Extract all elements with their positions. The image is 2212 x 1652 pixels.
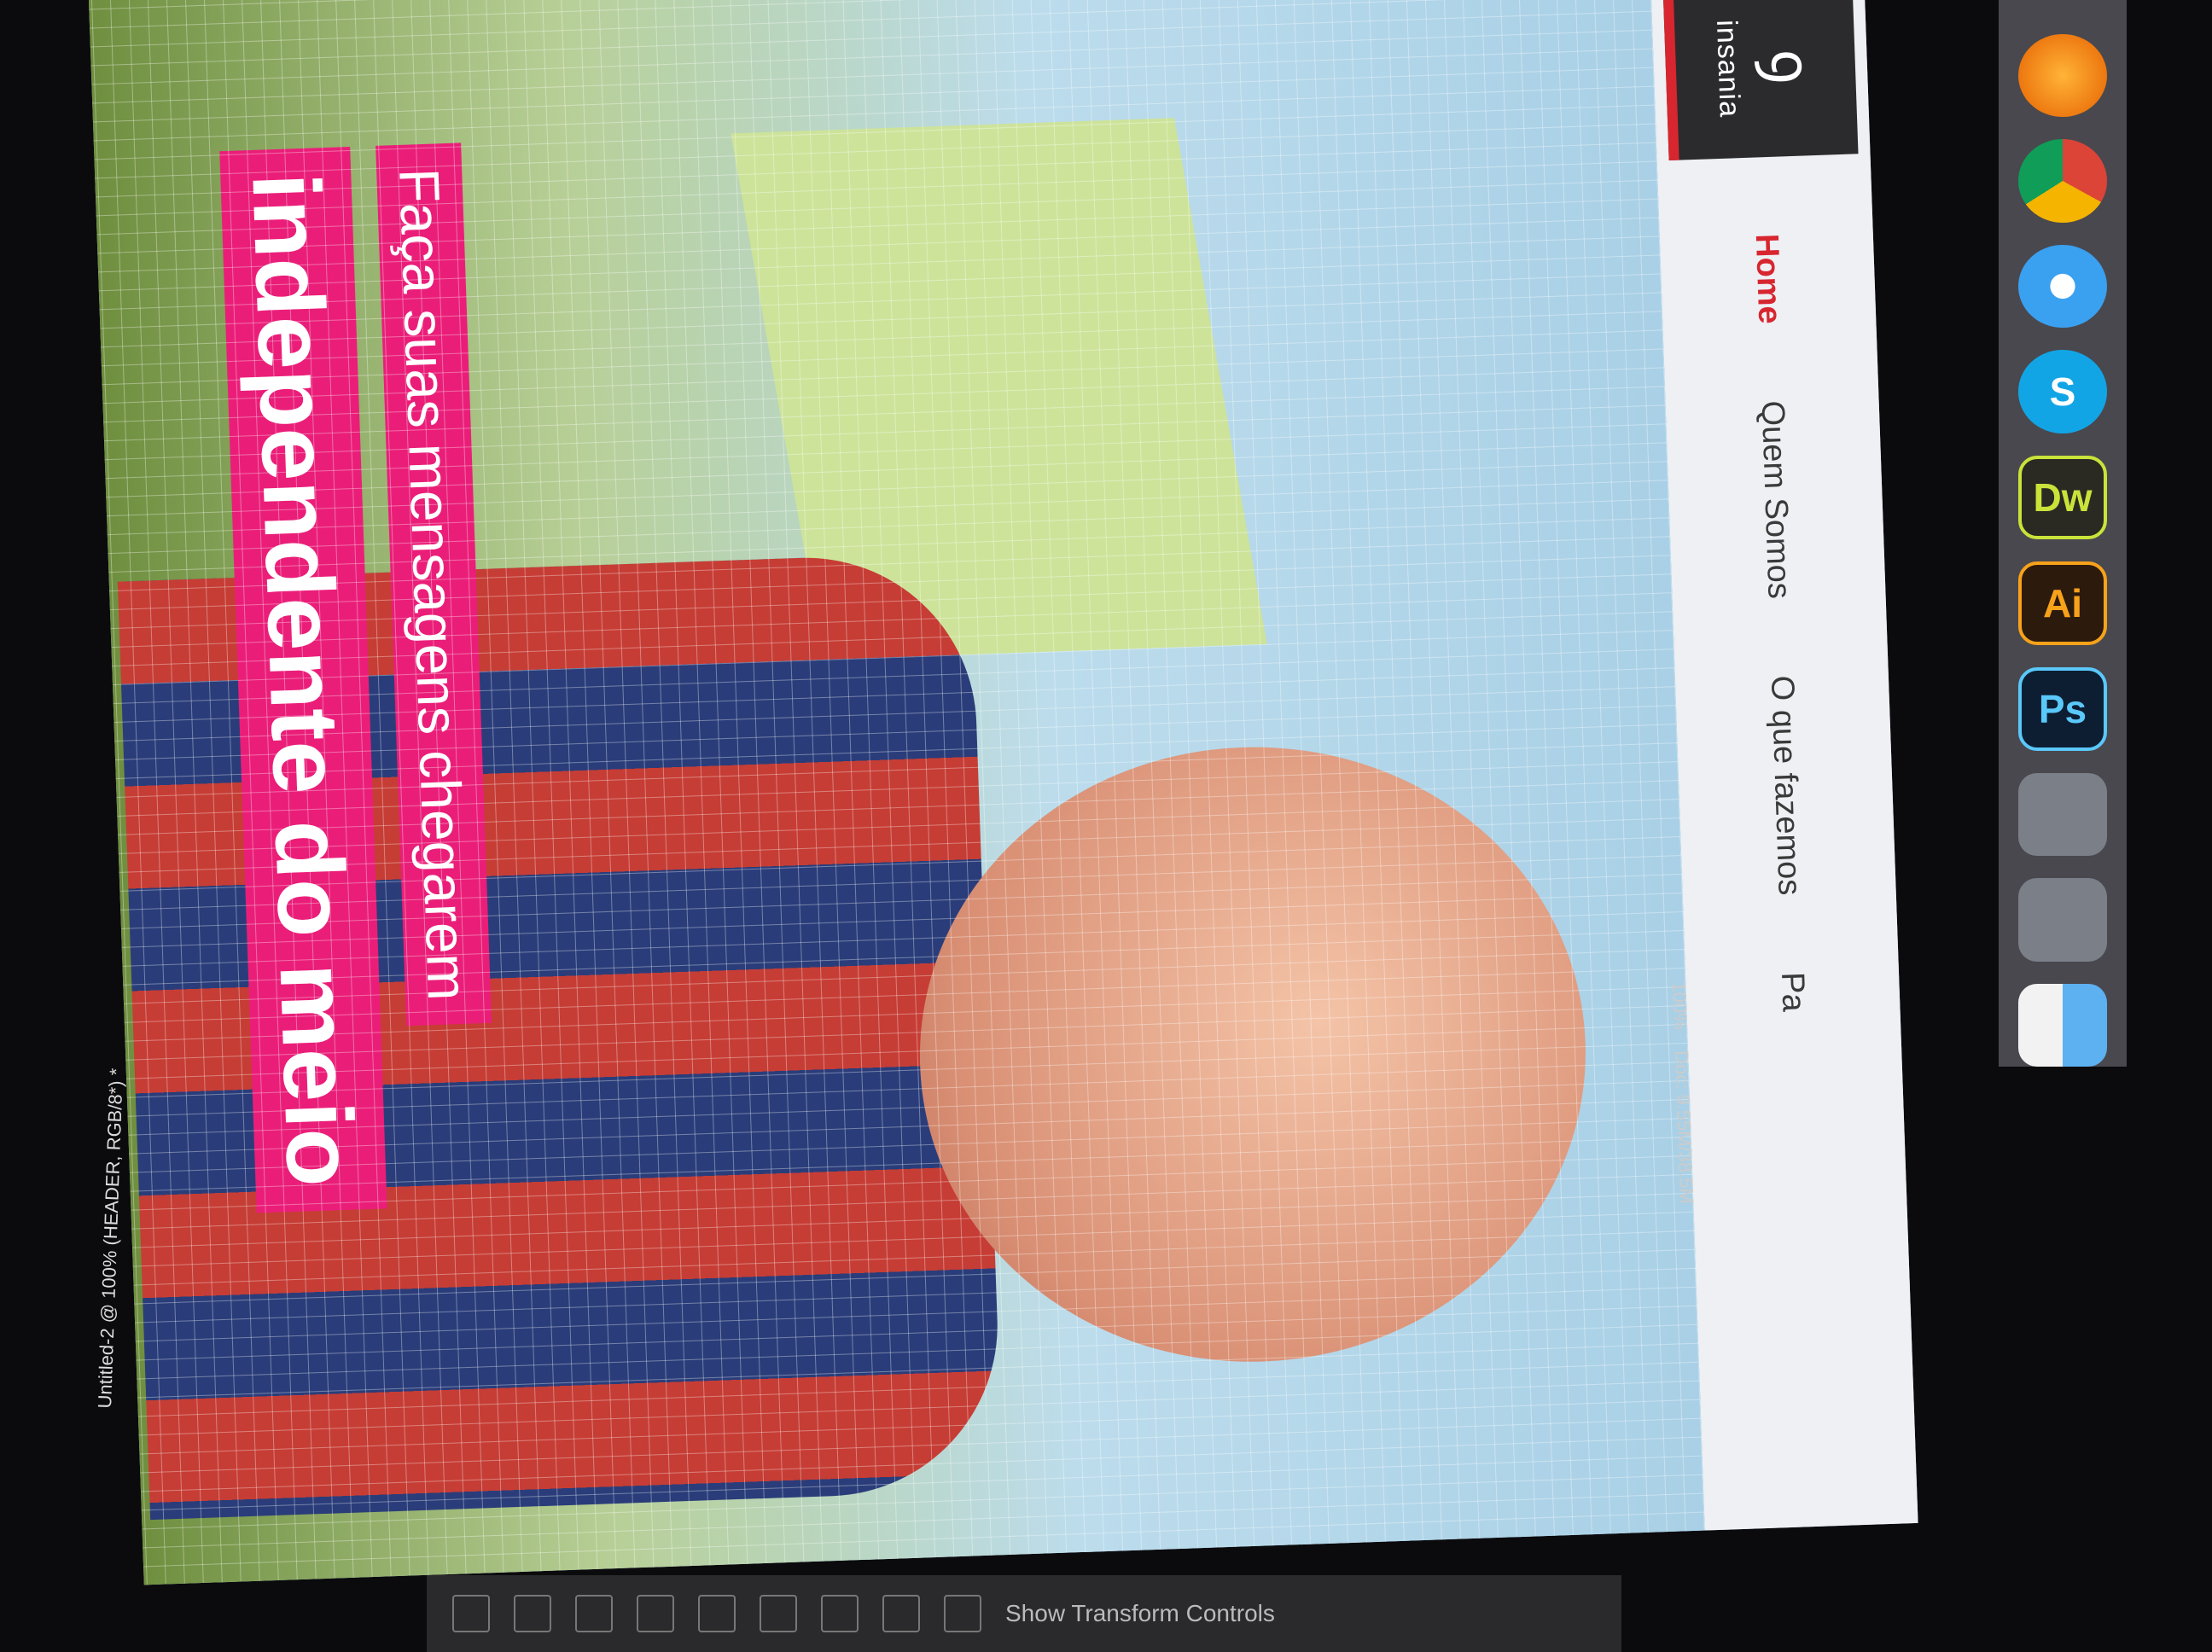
hero-line-1: Faça suas mensagens chegarem <box>375 143 492 1027</box>
logo-mark-icon: ꝯ <box>1754 48 1826 85</box>
launchpad-icon[interactable] <box>2018 878 2107 962</box>
mac-dock: S Dw Ai Ps <box>1999 0 2127 1067</box>
nav-item-home[interactable]: Home <box>1748 233 1788 324</box>
brush-tool-icon[interactable] <box>637 1595 674 1632</box>
zoom-level[interactable]: 100% <box>1668 981 1691 1030</box>
preview-icon[interactable] <box>2018 772 2107 857</box>
finder-icon[interactable] <box>2018 983 2107 1067</box>
nav-item-partial[interactable]: Pa <box>1773 971 1812 1012</box>
hero-banner: Faça suas mensagens chegarem independent… <box>86 0 1705 1585</box>
illustrator-icon[interactable]: Ai <box>2018 561 2107 645</box>
marquee-tool-icon[interactable] <box>514 1595 551 1632</box>
hero-headline: Faça suas mensagens chegarem independent… <box>219 143 503 1345</box>
design-canvas: ꝯ insania Home Quem Somos O que fazemos … <box>86 0 1918 1585</box>
nav-item-quem-somos[interactable]: Quem Somos <box>1754 400 1797 600</box>
skype-icon[interactable]: S <box>2018 350 2107 433</box>
lasso-tool-icon[interactable] <box>575 1595 613 1632</box>
move-tool-icon[interactable] <box>452 1595 490 1632</box>
nav-item-o-que-fazemos[interactable]: O que fazemos <box>1763 675 1807 896</box>
text-tool-icon[interactable] <box>760 1595 797 1632</box>
logo-text: insania <box>1710 19 1747 119</box>
site-logo[interactable]: ꝯ insania <box>1662 0 1859 161</box>
photoshop-toolbar: Show Transform Controls <box>427 1575 1621 1652</box>
photoshop-icon[interactable]: Ps <box>2018 666 2107 751</box>
dreamweaver-icon[interactable]: Dw <box>2018 455 2107 539</box>
hero-person-head <box>909 736 1597 1374</box>
pen-tool-icon[interactable] <box>821 1595 859 1632</box>
chrome-icon[interactable] <box>2018 139 2107 223</box>
hand-tool-icon[interactable] <box>882 1595 920 1632</box>
document-tab[interactable]: Untitled-2 @ 100% (HEADER, RGB/8*) * <box>94 1067 128 1409</box>
zoom-tool-icon[interactable] <box>944 1595 981 1632</box>
transform-controls-label[interactable]: Show Transform Controls <box>1005 1600 1275 1627</box>
eraser-tool-icon[interactable] <box>698 1595 736 1632</box>
firefox-icon[interactable] <box>2018 34 2107 118</box>
safari-icon[interactable] <box>2018 244 2107 329</box>
